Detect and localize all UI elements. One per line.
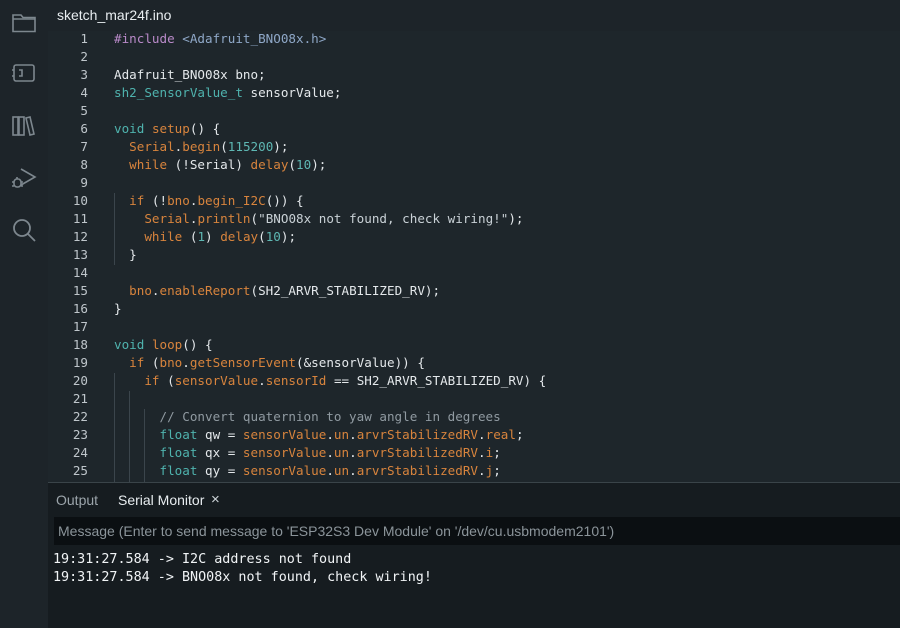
code-editor[interactable]: 1 #include <Adafruit_BNO08x.h> 2 3 Adafruit_… [48,31,900,482]
code-line[interactable]: 1 #include <Adafruit_BNO08x.h> [48,31,900,48]
serial-message-input[interactable] [54,517,900,545]
code-line[interactable]: 21 [48,390,900,408]
code-line[interactable]: 18 void loop() { [48,336,900,354]
code-line[interactable]: 19 if (bno.getSensorEvent(&sensorValue))… [48,354,900,372]
code-text: sh2_SensorValue_t sensorValue; [114,85,342,100]
code-line[interactable]: 13 } [48,246,900,264]
code-line[interactable]: 7 Serial.begin(115200); [48,138,900,156]
line-number: 16 [72,301,88,316]
activity-bar [0,0,49,627]
code-line[interactable]: 23 float qw = sensorValue.un.arvrStabili… [48,426,900,444]
code-line[interactable]: 2 [48,48,900,66]
tab-output[interactable]: Output [56,483,98,517]
code-line[interactable]: 9 [48,174,900,192]
search-icon[interactable] [10,216,38,244]
code-text: if (sensorValue.sensorId == SH2_ARVR_STA… [144,373,547,388]
file-tab[interactable]: sketch_mar24f.ino [48,0,181,31]
code-text: while (!Serial) delay(10); [129,157,327,172]
tab-serial-monitor[interactable]: Serial Monitor [118,483,204,517]
serial-output-line: 19:31:27.584 -> BNO08x not found, check … [53,570,432,585]
code-line[interactable]: 8 while (!Serial) delay(10); [48,156,900,174]
code-line[interactable]: 3 Adafruit_BNO08x bno; [48,66,900,84]
editor-tab-bar: sketch_mar24f.ino [48,0,900,31]
line-number: 7 [80,139,88,154]
code-line[interactable]: 12 while (1) delay(10); [48,228,900,246]
code-text: if (bno.getSensorEvent(&sensorValue)) { [129,355,425,370]
line-number: 14 [72,265,88,280]
line-number: 21 [72,391,88,406]
line-number: 22 [72,409,88,424]
line-number: 4 [80,85,88,100]
line-number: 25 [72,463,88,478]
line-number: 20 [72,373,88,388]
code-line[interactable]: 14 [48,264,900,282]
code-line[interactable]: 11 Serial.println("BNO08x not found, che… [48,210,900,228]
serial-output-line: 19:31:27.584 -> I2C address not found [53,552,352,567]
code-text: } [114,301,122,316]
board-icon[interactable] [10,59,38,87]
line-number: 3 [80,67,88,82]
code-line[interactable]: 16} [48,300,900,318]
code-text: void setup() { [114,121,221,136]
code-line[interactable]: 22 // Convert quaternion to yaw angle in… [48,408,900,426]
line-number: 13 [72,247,88,262]
close-icon[interactable]: × [211,483,220,517]
code-text: Serial.println("BNO08x not found, check … [144,211,524,226]
code-line[interactable]: 4 sh2_SensorValue_t sensorValue; [48,84,900,102]
code-text: float qy = sensorValue.un.arvrStabilized… [159,463,501,478]
line-number: 8 [80,157,88,172]
code-text: } [129,247,137,262]
code-text: // Convert quaternion to yaw angle in de… [159,409,501,424]
code-line[interactable]: 25 float qy = sensorValue.un.arvrStabili… [48,462,900,480]
code-line[interactable]: 5 [48,102,900,120]
line-number: 9 [80,175,88,190]
line-number: 10 [72,193,88,208]
code-text: while (1) delay(10); [144,229,297,244]
line-number: 15 [72,283,88,298]
code-line[interactable]: 15 bno.enableReport(SH2_ARVR_STABILIZED_… [48,282,900,300]
code-line[interactable]: 10 if (!bno.begin_I2C()) { [48,192,900,210]
line-number: 19 [72,355,88,370]
line-number: 23 [72,427,88,442]
code-text: float qw = sensorValue.un.arvrStabilized… [159,427,524,442]
code-line[interactable]: 24 float qx = sensorValue.un.arvrStabili… [48,444,900,462]
line-number: 18 [72,337,88,352]
code-text: bno.enableReport(SH2_ARVR_STABILIZED_RV)… [129,283,441,298]
folder-icon[interactable] [10,8,38,36]
code-line[interactable]: 17 [48,318,900,336]
code-text: Serial.begin(115200); [129,139,289,154]
code-text: void loop() { [114,337,213,352]
code-text: Adafruit_BNO08x bno; [114,67,266,82]
debug-icon[interactable] [10,164,38,192]
bottom-panel: Output Serial Monitor × 19:31:27.584 -> … [48,482,900,628]
line-number: 6 [80,121,88,136]
library-icon[interactable] [10,112,38,140]
code-text: if (!bno.begin_I2C()) { [129,193,304,208]
line-number: 1 [80,31,88,46]
line-number: 5 [80,103,88,118]
line-number: 12 [72,229,88,244]
code-line[interactable]: 20 if (sensorValue.sensorId == SH2_ARVR_… [48,372,900,390]
code-line[interactable]: 6 void setup() { [48,120,900,138]
line-number: 11 [72,211,88,226]
code-text: #include <Adafruit_BNO08x.h> [114,31,327,46]
code-text: float qx = sensorValue.un.arvrStabilized… [159,445,501,460]
line-number: 2 [80,49,88,64]
line-number: 17 [72,319,88,334]
line-number: 24 [72,445,88,460]
